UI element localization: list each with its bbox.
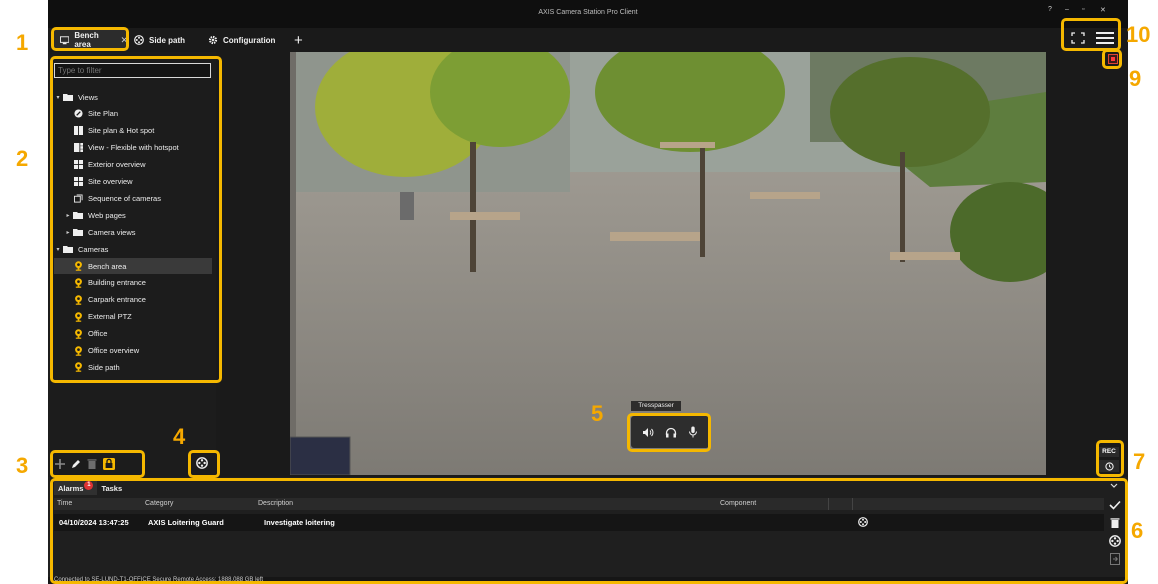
minimize-button[interactable]: – xyxy=(1065,6,1069,13)
gear-icon xyxy=(208,35,218,45)
close-window-button[interactable]: ✕ xyxy=(1100,6,1106,14)
callout-box-alarms xyxy=(50,478,1128,584)
help-button[interactable]: ? xyxy=(1048,6,1052,13)
callout-number: 9 xyxy=(1129,66,1142,91)
tab-side-path[interactable]: Side path xyxy=(134,30,185,50)
callout-number: 3 xyxy=(16,453,29,478)
callout-number: 2 xyxy=(16,146,29,171)
callout-box-view-controls xyxy=(1061,18,1121,51)
tab-label: Configuration xyxy=(223,35,276,45)
add-tab-button[interactable]: + xyxy=(294,30,303,50)
callout-box-alarm-indicator xyxy=(1102,49,1122,69)
callout-number: 5 xyxy=(591,401,604,426)
window-title: AXIS Camera Station Pro Client xyxy=(538,9,638,16)
camera-feed-image xyxy=(290,52,1046,475)
callout-box-tree xyxy=(50,56,222,383)
callout-number: 4 xyxy=(173,424,186,449)
camera-overlay-label: Tresspasser xyxy=(631,401,681,411)
callout-number: 6 xyxy=(1131,518,1144,543)
tab-label: Side path xyxy=(149,35,186,45)
callout-box-media-controls xyxy=(627,413,711,452)
callout-box-recording xyxy=(1096,440,1124,477)
live-video-view[interactable] xyxy=(290,52,1046,475)
camera-reel-icon xyxy=(134,35,144,45)
tab-bar: Bench area ✕ Side path Configuration + xyxy=(48,30,1128,50)
callout-number: 1 xyxy=(16,30,29,55)
callout-number: 7 xyxy=(1133,449,1146,474)
right-panel: REC xyxy=(1046,52,1128,475)
tab-configuration[interactable]: Configuration xyxy=(208,30,275,50)
callout-box-camera-button xyxy=(188,450,220,478)
callout-box-sidebar-tools xyxy=(50,450,145,478)
maximize-button[interactable]: ▫ xyxy=(1082,6,1084,13)
title-bar: AXIS Camera Station Pro Client ? – ▫ ✕ xyxy=(48,0,1128,28)
plus-icon: + xyxy=(294,31,303,49)
callout-number: 10 xyxy=(1126,22,1151,47)
callout-box-tabs xyxy=(51,27,129,51)
